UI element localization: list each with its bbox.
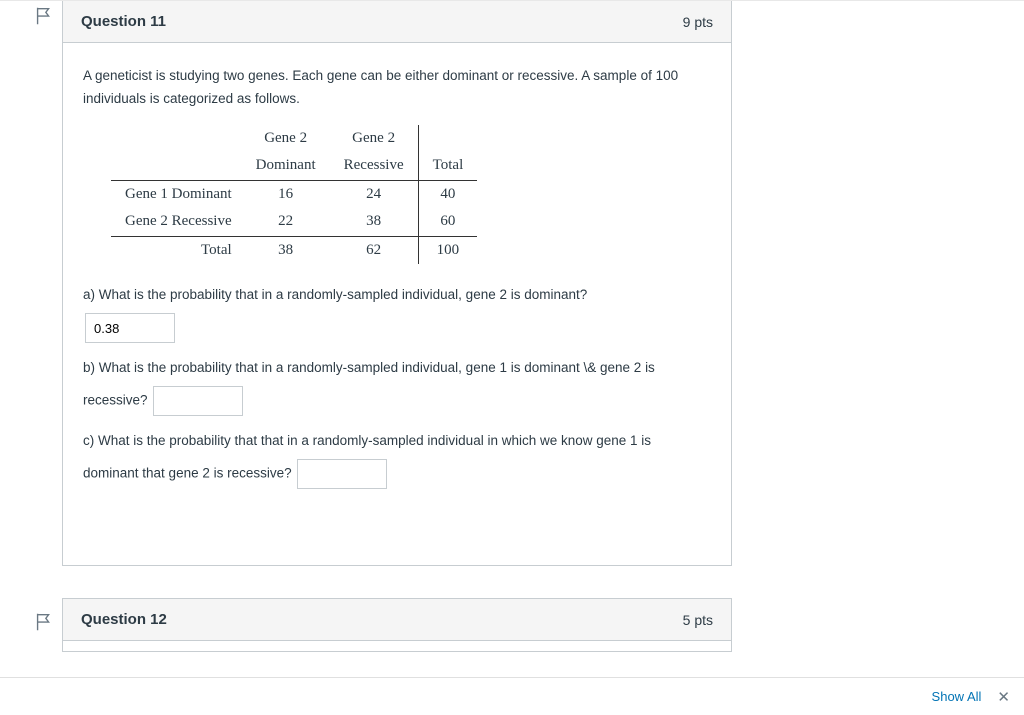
part-b-input[interactable]	[153, 386, 243, 416]
question-body	[63, 641, 731, 651]
question-points: 9 pts	[683, 14, 713, 30]
part-c-input[interactable]	[297, 459, 387, 489]
table-cell: Total	[111, 236, 242, 264]
flag-icon[interactable]	[33, 5, 55, 27]
question-12: Question 12 5 pts	[62, 598, 732, 652]
table-cell: 38	[330, 208, 418, 236]
part-a-input[interactable]	[85, 313, 175, 343]
close-icon[interactable]: ✕	[997, 688, 1010, 706]
table-cell: Gene 2 Recessive	[111, 208, 242, 236]
question-11: Question 11 9 pts A geneticist is studyi…	[62, 1, 732, 566]
table-cell: 100	[418, 236, 477, 264]
part-b-line1: b) What is the probability that in a ran…	[83, 357, 711, 380]
intro-text: A geneticist is studying two genes. Each…	[83, 65, 711, 111]
data-table: Gene 2 Gene 2 Dominant Recessive Total G…	[111, 125, 477, 265]
table-cell: Gene 1 Dominant	[111, 180, 242, 208]
table-cell: 38	[242, 236, 330, 264]
part-c-line1: c) What is the probability that that in …	[83, 430, 711, 453]
table-cell: 60	[418, 208, 477, 236]
show-all-link[interactable]: Show All	[932, 689, 982, 704]
question-header: Question 11 9 pts	[63, 1, 731, 43]
question-title: Question 11	[81, 13, 166, 30]
question-points: 5 pts	[683, 612, 713, 628]
part-b-line2: recessive?	[83, 393, 148, 408]
table-cell: 22	[242, 208, 330, 236]
flag-icon[interactable]	[33, 611, 55, 633]
question-title: Question 12	[81, 611, 167, 628]
part-c-line2: dominant that gene 2 is recessive?	[83, 466, 292, 481]
table-cell: 16	[242, 180, 330, 208]
table-cell: Dominant	[242, 152, 330, 180]
table-cell	[111, 125, 242, 153]
question-header: Question 12 5 pts	[63, 599, 731, 641]
table-cell: 40	[418, 180, 477, 208]
table-cell: 62	[330, 236, 418, 264]
table-cell: 24	[330, 180, 418, 208]
table-cell: Gene 2	[330, 125, 418, 153]
table-cell: Recessive	[330, 152, 418, 180]
table-cell	[111, 152, 242, 180]
footer-bar: Show All ✕	[0, 677, 1024, 715]
table-cell	[418, 125, 477, 153]
question-body: A geneticist is studying two genes. Each…	[63, 43, 731, 565]
part-a-prompt: a) What is the probability that in a ran…	[83, 284, 711, 307]
table-cell: Total	[418, 152, 477, 180]
table-cell: Gene 2	[242, 125, 330, 153]
